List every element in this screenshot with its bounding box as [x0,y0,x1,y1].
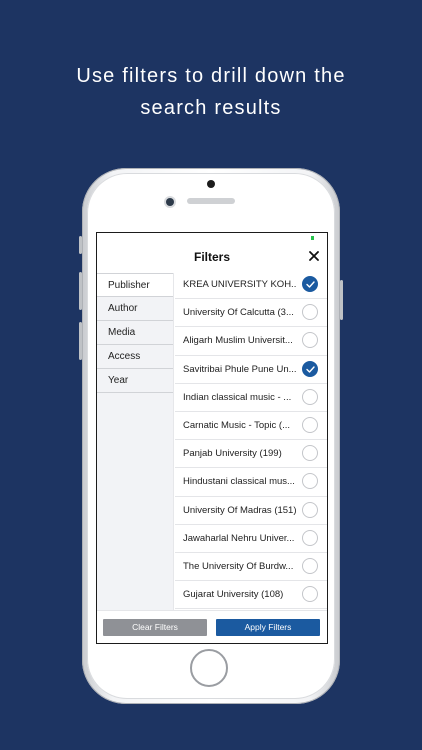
filter-option-label: Savitribai Phule Pune Un... [183,363,297,375]
headline-line-2: search results [140,97,282,119]
unchecked-circle-icon[interactable] [302,473,318,490]
unchecked-circle-icon[interactable] [302,388,318,405]
filter-option-row[interactable]: Panjab University (199) [175,440,327,469]
unchecked-circle-icon[interactable] [302,529,318,546]
filter-option-row[interactable]: University Of Calcutta (3... [175,299,327,328]
unchecked-circle-icon[interactable] [302,445,318,462]
filters-title: Filters [193,250,230,264]
sidebar-item-year[interactable]: Year [97,369,173,393]
sidebar-item-publisher[interactable]: Publisher [97,273,173,297]
mute-switch [79,236,82,254]
sidebar-item-media[interactable]: Media [97,321,173,345]
power-button [340,280,343,320]
filter-option-label: Panjab University (199) [183,448,282,460]
filter-option-label: Aligarh Muslim Universit... [183,335,293,347]
filter-option-label: Hindustani classical mus... [183,476,295,488]
sidebar-item-author[interactable]: Author [97,297,173,321]
filter-option-row[interactable]: University Of Madras (151) [175,497,327,525]
promo-headline: Use filters to drill down the search res… [0,60,422,124]
filter-option-row[interactable]: KREA UNIVERSITY KOH... [175,271,327,300]
front-camera-icon [166,198,174,206]
filter-option-label: Carnatic Music - Topic (... [183,419,290,431]
filter-option-row[interactable]: Indian classical music - ... [175,384,327,412]
volume-up-button [79,272,82,310]
unchecked-circle-icon[interactable] [302,304,318,321]
speaker-grille [187,198,235,204]
unchecked-circle-icon[interactable] [302,501,318,518]
filter-option-row[interactable]: Hindustani classical mus... [175,468,327,497]
checked-circle-icon[interactable] [302,360,318,377]
unchecked-circle-icon[interactable] [302,557,318,574]
filter-option-row[interactable]: Jawaharlal Nehru Univer... [175,525,327,553]
filter-option-label: KREA UNIVERSITY KOH... [183,279,297,290]
filter-option-label: University Of Calcutta (3... [183,307,294,319]
filter-option-label: Jawaharlal Nehru Univer... [183,532,295,544]
filter-option-label: University Of Madras (151) [183,504,297,516]
filter-option-row[interactable]: The University Of Burdw... [175,553,327,582]
apply-filters-button[interactable]: Apply Filters [216,619,320,636]
filter-option-row[interactable]: Savitribai Phule Pune Un... [175,356,327,384]
clear-filters-button[interactable]: Clear Filters [103,619,207,636]
publisher-option-list: KREA UNIVERSITY KOH... University Of Calc… [175,271,327,610]
close-icon[interactable] [307,249,321,263]
filter-category-sidebar: Publisher Author Media Access Year [97,273,174,610]
app-screen: Filters Publisher Author Media Access Ye… [96,232,328,644]
checked-circle-icon[interactable] [302,276,318,292]
filter-option-label: Gujarat University (108) [183,589,284,601]
filter-footer: Clear Filters Apply Filters [97,610,327,643]
volume-down-button [79,322,82,360]
filter-option-row[interactable]: Gujarat University (108) [175,581,327,610]
headline-line-1: Use filters to drill down the [76,65,346,87]
filter-option-row[interactable]: Carnatic Music - Topic (... [175,412,327,441]
unchecked-circle-icon[interactable] [302,586,318,603]
filter-option-label: Indian classical music - ... [183,391,292,403]
battery-icon [311,236,314,240]
filter-option-row[interactable]: Aligarh Muslim Universit... [175,327,327,356]
filter-option-label: The University Of Burdw... [183,560,294,572]
home-button[interactable] [190,649,228,687]
sidebar-item-access[interactable]: Access [97,345,173,369]
unchecked-circle-icon[interactable] [302,332,318,349]
unchecked-circle-icon[interactable] [302,416,318,433]
camera-icon [207,180,215,188]
